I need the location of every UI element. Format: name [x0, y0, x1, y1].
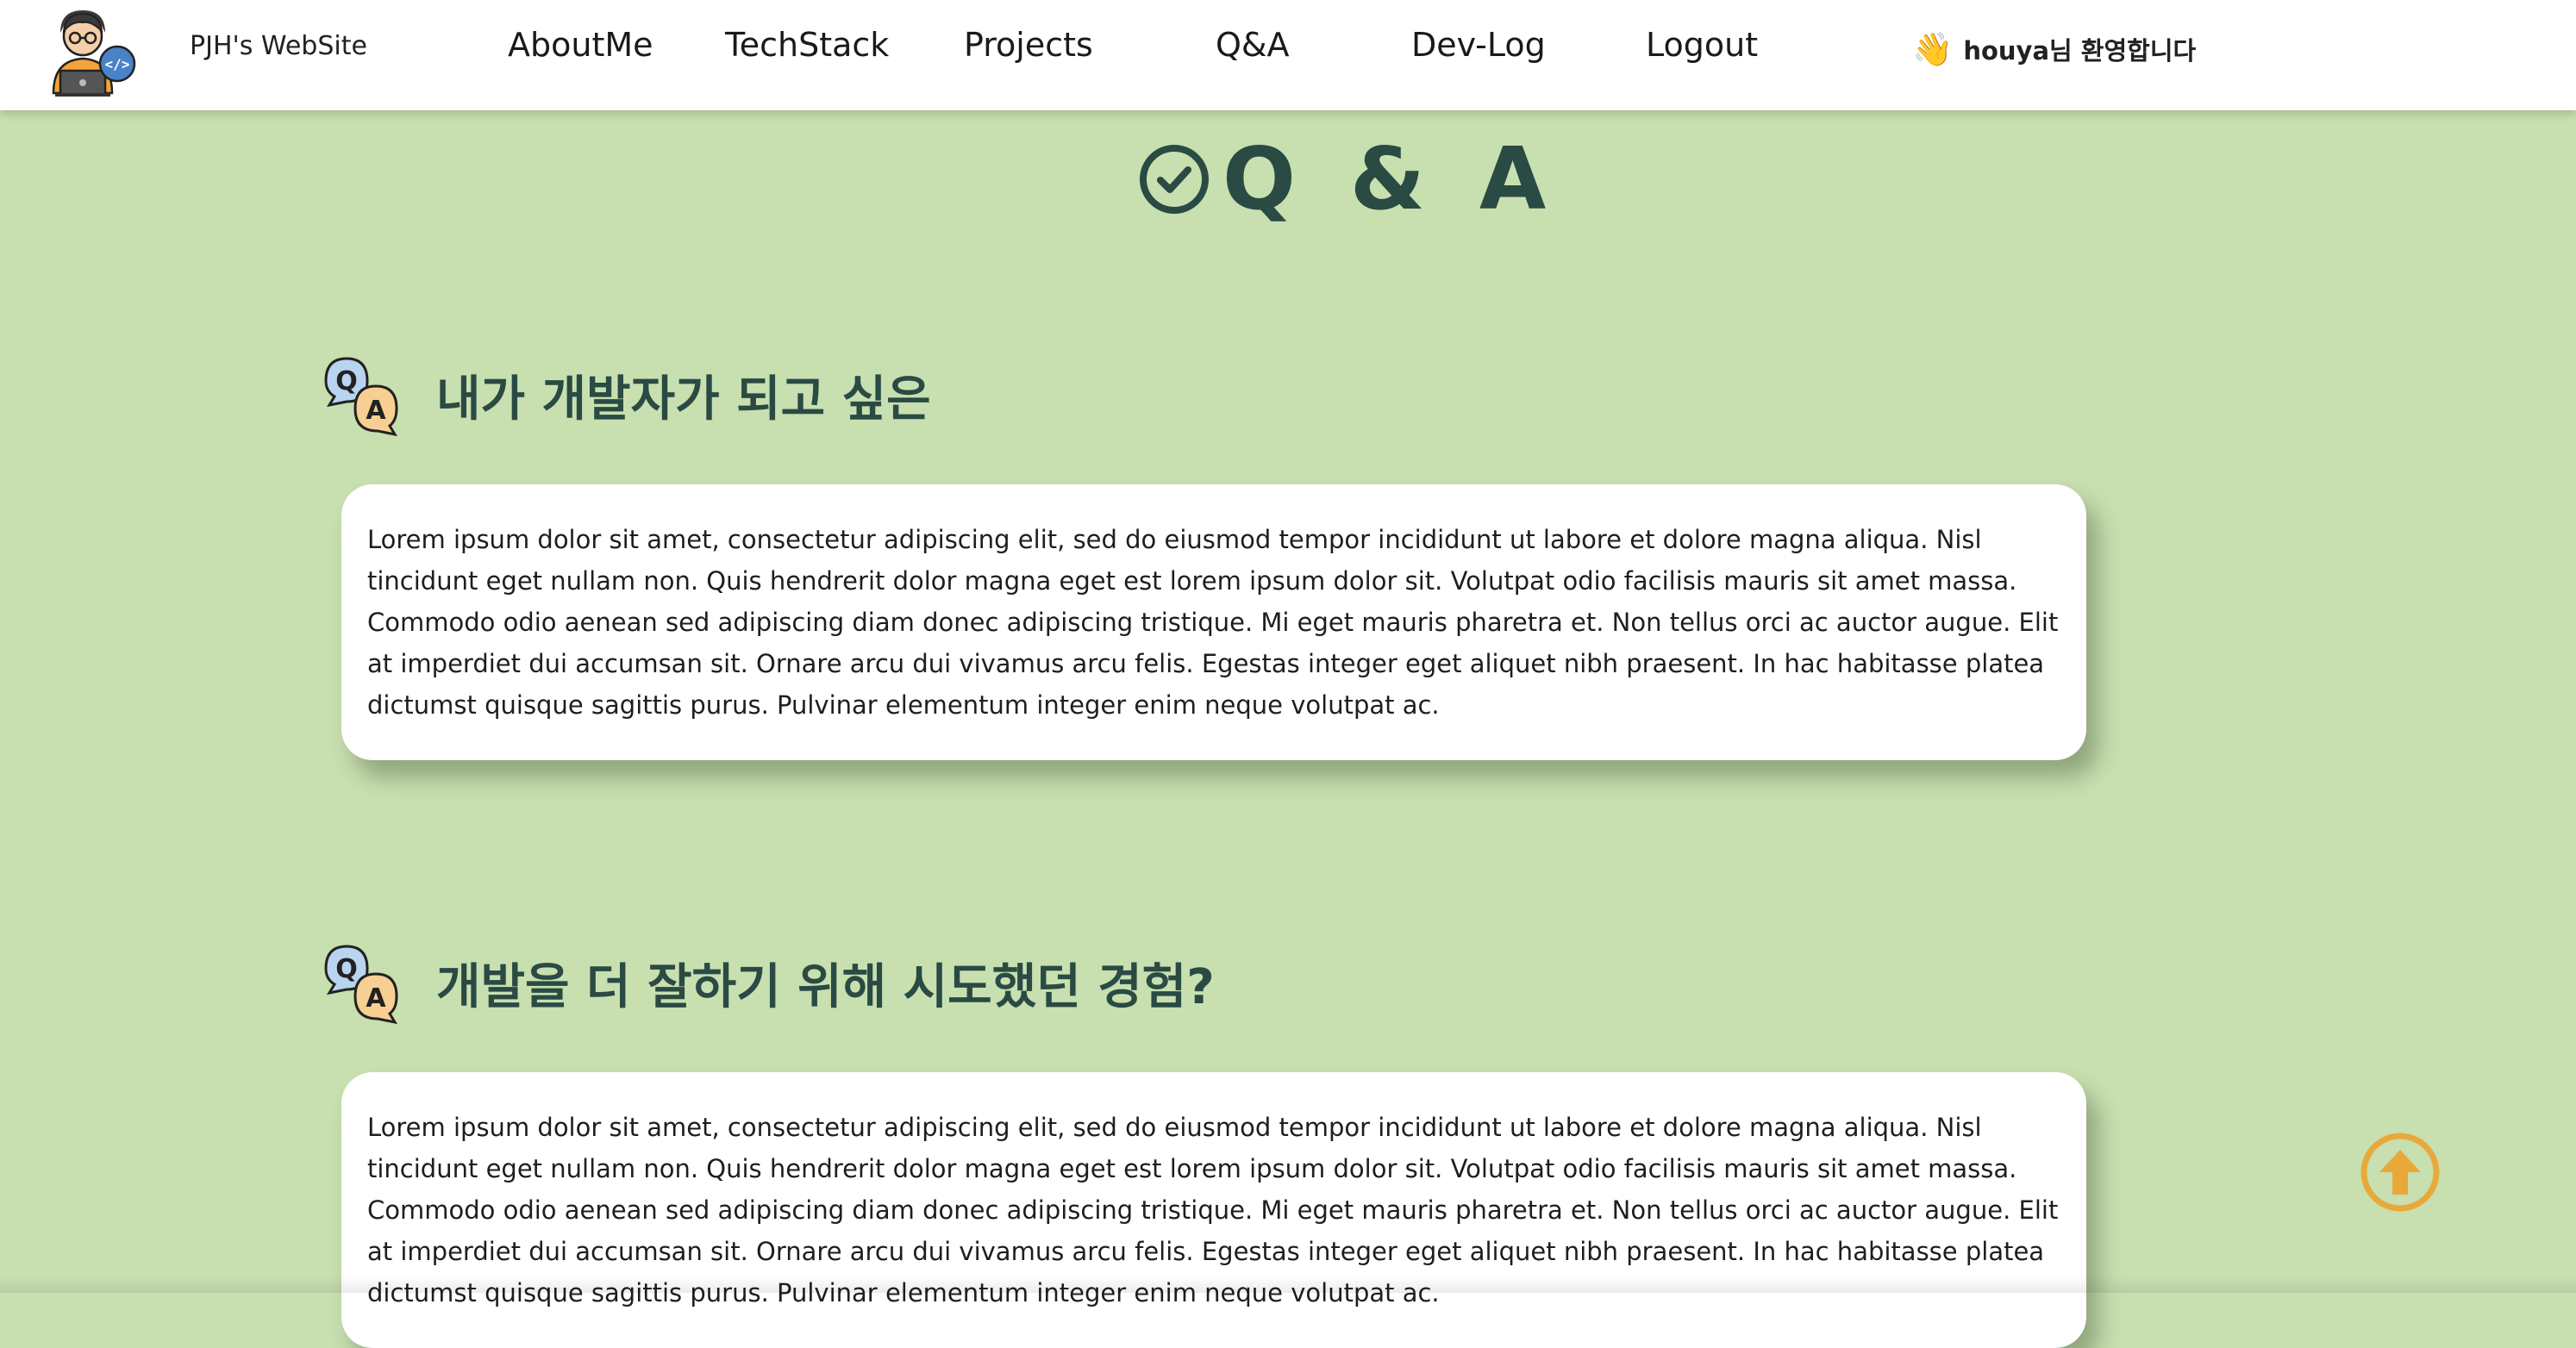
check-circle-icon	[1140, 145, 1209, 214]
page-title-text: Q & A	[1222, 128, 1559, 229]
nav-devlog[interactable]: Dev-Log	[1411, 26, 1546, 64]
answer-card: Lorem ipsum dolor sit amet, consectetur …	[341, 1072, 2086, 1348]
qa-bubbles-icon: Q A	[324, 357, 398, 436]
welcome-message: 👋 houya님 환영합니다	[1912, 31, 2196, 67]
site-header: </> PJH's WebSite AboutMe TechStack Proj…	[0, 0, 2576, 110]
answer-text: Lorem ipsum dolor sit amet, consectetur …	[367, 525, 2059, 720]
site-name-link[interactable]: PJH's WebSite	[190, 31, 367, 61]
arrow-up-circle-icon[interactable]	[2359, 1131, 2442, 1214]
nav-aboutme[interactable]: AboutMe	[508, 26, 653, 64]
qa-heading: Q A 내가 개발자가 되고 싶은	[321, 353, 931, 436]
developer-avatar-icon[interactable]: </>	[48, 7, 141, 97]
qa-heading: Q A 개발을 더 잘하기 위해 시도했던 경험?	[321, 941, 1215, 1024]
nav-qa[interactable]: Q&A	[1216, 26, 1290, 64]
svg-text:Q: Q	[335, 366, 358, 396]
qa-bubbles-icon: Q A	[324, 945, 398, 1024]
nav-techstack[interactable]: TechStack	[725, 26, 889, 64]
svg-text:A: A	[366, 983, 386, 1014]
nav-logout[interactable]: Logout	[1646, 26, 1758, 64]
bottom-shade	[0, 1276, 2576, 1293]
svg-text:Q: Q	[335, 954, 358, 984]
page-title: Q & A	[1138, 136, 1558, 222]
question-title: 내가 개발자가 되고 싶은	[436, 371, 931, 427]
nav-projects[interactable]: Projects	[964, 26, 1093, 64]
waving-hand-icon: 👋	[1912, 30, 1954, 68]
svg-text:</>: </>	[105, 56, 130, 72]
question-title: 개발을 더 잘하기 위해 시도했던 경험?	[436, 958, 1215, 1015]
welcome-text: houya님 환영합니다	[1963, 36, 2197, 66]
answer-card: Lorem ipsum dolor sit amet, consectetur …	[341, 484, 2086, 760]
svg-text:A: A	[366, 396, 386, 426]
